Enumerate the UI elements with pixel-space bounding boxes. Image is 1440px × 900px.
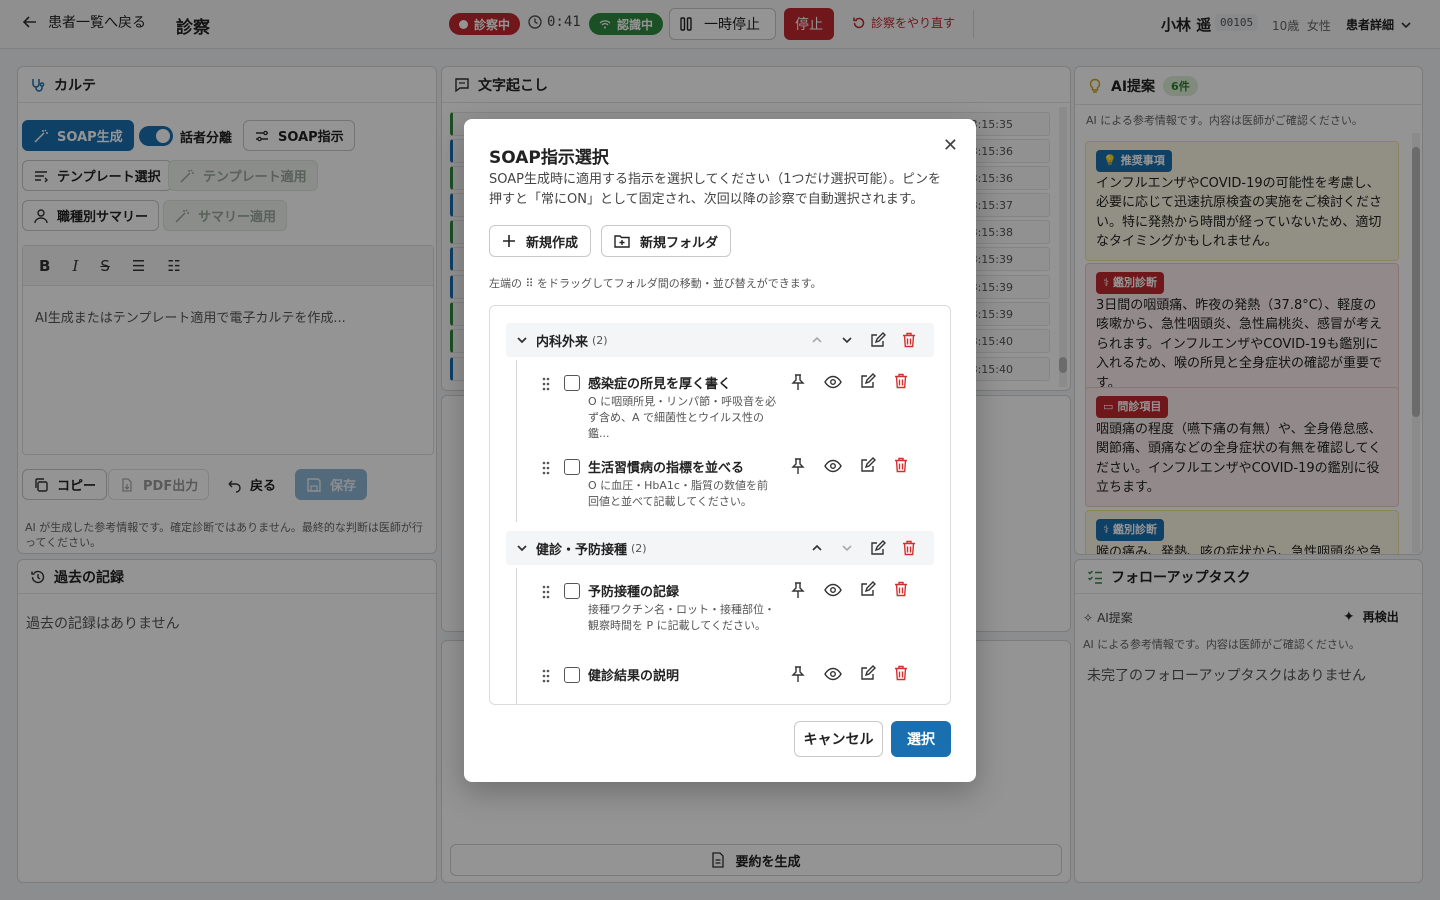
folder-row[interactable]: 健診・予防接種 (2) <box>506 531 934 565</box>
instruction-checkbox[interactable] <box>564 667 580 683</box>
instruction-title: 感染症の所見を厚く書く <box>588 377 732 392</box>
select-button[interactable]: 選択 <box>891 721 951 757</box>
new-folder-button[interactable]: 新規フォルダ <box>601 225 732 257</box>
folder-name: 健診・予防接種 <box>536 542 628 558</box>
instruction-list: 内科外来 (2) 感染症の所見を厚く書く O に咽頭所見・リンパ節・呼吸音を必ず… <box>489 305 951 705</box>
edit-icon[interactable] <box>860 581 876 597</box>
pin-icon[interactable] <box>790 457 806 475</box>
instruction-actions <box>790 665 908 683</box>
drag-hint: 左端の ⠿ をドラッグしてフォルダ間の移動・並び替えができます。 <box>489 277 822 290</box>
trash-icon[interactable] <box>894 373 908 389</box>
instruction-item[interactable]: 健診結果の説明 <box>538 665 948 704</box>
instruction-checkbox[interactable] <box>564 375 580 391</box>
pin-icon[interactable] <box>790 373 806 391</box>
eye-icon[interactable] <box>824 457 842 475</box>
folder-actions <box>810 332 916 348</box>
new-instruction-button[interactable]: 新規作成 <box>489 225 592 257</box>
drag-handle-icon[interactable] <box>542 585 550 599</box>
tree-line <box>516 360 517 522</box>
edit-icon[interactable] <box>860 457 876 473</box>
edit-icon[interactable] <box>870 540 886 556</box>
chevron-down-icon[interactable] <box>516 334 528 346</box>
tree-line <box>516 568 517 704</box>
folder-plus-icon <box>614 235 630 248</box>
instruction-item[interactable]: 感染症の所見を厚く書く O に咽頭所見・リンパ節・呼吸音を必ず含め、A で細菌性… <box>538 373 948 440</box>
instruction-desc: O に咽頭所見・リンパ節・呼吸音を必ず含め、A で細菌性とウイルス性の鑑... <box>588 395 777 440</box>
chevron-down-icon[interactable] <box>516 542 528 554</box>
new-folder-label: 新規フォルダ <box>640 235 719 251</box>
cancel-button[interactable]: キャンセル <box>794 721 883 757</box>
chevron-down-icon[interactable] <box>840 333 854 347</box>
drag-handle-icon[interactable] <box>542 669 550 683</box>
drag-handle-icon[interactable] <box>542 461 550 475</box>
instruction-desc: O に血圧・HbA1c・脂質の数値を前回値と並べて記載してください。 <box>588 479 768 508</box>
chevron-up-icon[interactable] <box>810 333 824 347</box>
pin-icon[interactable] <box>790 665 806 683</box>
instruction-item[interactable]: 生活習慣病の指標を並べる O に血圧・HbA1c・脂質の数値を前回値と並べて記載… <box>538 457 948 517</box>
instruction-title: 健診結果の説明 <box>588 669 680 684</box>
instruction-desc: 接種ワクチン名・ロット・接種部位・観察時間を P に記載してください。 <box>588 603 775 632</box>
folder-count: (2) <box>592 333 608 347</box>
instruction-actions <box>790 373 908 391</box>
eye-icon[interactable] <box>824 665 842 683</box>
trash-icon[interactable] <box>894 581 908 597</box>
eye-icon[interactable] <box>824 373 842 391</box>
instruction-actions <box>790 457 908 475</box>
trash-icon[interactable] <box>902 540 916 556</box>
folder-row[interactable]: 内科外来 (2) <box>506 323 934 357</box>
soap-instruction-dialog: SOAP指示選択 ✕ SOAP生成時に適用する指示を選択してください（1つだけ選… <box>464 119 976 782</box>
dialog-title: SOAP指示選択 <box>489 148 609 168</box>
instruction-checkbox[interactable] <box>564 459 580 475</box>
folder-name: 内科外来 <box>536 334 589 350</box>
trash-icon[interactable] <box>894 457 908 473</box>
dialog-description: SOAP生成時に適用する指示を選択してください（1つだけ選択可能）。ピンを押すと… <box>489 172 941 207</box>
chevron-up-icon[interactable] <box>810 541 824 555</box>
edit-icon[interactable] <box>860 665 876 681</box>
instruction-title: 生活習慣病の指標を並べる <box>588 461 745 476</box>
instruction-checkbox[interactable] <box>564 583 580 599</box>
trash-icon[interactable] <box>894 665 908 681</box>
drag-handle-icon[interactable] <box>542 377 550 391</box>
instruction-actions <box>790 581 908 599</box>
new-create-label: 新規作成 <box>526 235 579 251</box>
trash-icon[interactable] <box>902 332 916 348</box>
folder-actions <box>810 540 916 556</box>
eye-icon[interactable] <box>824 581 842 599</box>
plus-icon <box>503 235 515 247</box>
chevron-down-icon[interactable] <box>840 541 854 555</box>
close-icon[interactable]: ✕ <box>943 135 958 156</box>
edit-icon[interactable] <box>870 332 886 348</box>
folder-count: (2) <box>631 541 647 555</box>
edit-icon[interactable] <box>860 373 876 389</box>
instruction-title: 予防接種の記録 <box>588 585 680 600</box>
pin-icon[interactable] <box>790 581 806 599</box>
instruction-item[interactable]: 予防接種の記録 接種ワクチン名・ロット・接種部位・観察時間を P に記載してくだ… <box>538 581 948 641</box>
